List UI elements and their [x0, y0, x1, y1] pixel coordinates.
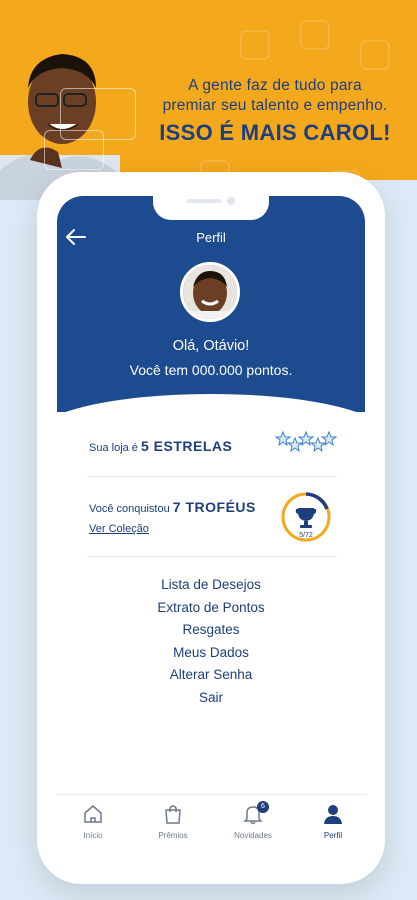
pattern-shape — [240, 30, 270, 60]
phone-camera — [227, 197, 235, 205]
home-icon — [84, 805, 102, 823]
menu-item-wishlist[interactable]: Lista de Desejos — [37, 574, 385, 597]
phone-speaker — [187, 199, 221, 203]
promo-tagline: ISSO É MAIS CAROL! — [159, 120, 391, 145]
tab-label: Início — [83, 831, 103, 840]
decorative-frame — [44, 130, 104, 170]
divider — [87, 556, 337, 557]
shopping-bag-icon — [165, 805, 181, 824]
page-title: Perfil — [196, 230, 226, 245]
notification-badge: 6 — [257, 801, 269, 813]
menu-item-change-password[interactable]: Alterar Senha — [37, 664, 385, 687]
promo-text: A gente faz de tudo para premiar seu tal… — [155, 76, 395, 146]
tab-label: Perfil — [323, 831, 343, 840]
trophies-value: 7 TROFÉUS — [172, 499, 256, 515]
divider — [87, 476, 337, 477]
tab-profile[interactable]: Perfil — [303, 803, 363, 840]
greeting: Olá, Otávio! — [172, 338, 250, 354]
promo-line-1: A gente faz de tudo para — [188, 77, 362, 94]
menu-item-redemptions[interactable]: Resgates — [37, 619, 385, 642]
tab-news[interactable]: 6 Novidades — [223, 801, 283, 840]
avatar — [180, 262, 240, 322]
trophy-icon — [295, 508, 317, 528]
pattern-shape — [360, 40, 390, 70]
bottom-tab-bar: Início Prêmios 6 Novidades Perfil — [57, 794, 365, 862]
store-rating-value: 5 ESTRELAS — [141, 438, 233, 454]
tab-label: Novidades — [234, 831, 272, 840]
tab-home[interactable]: Início — [63, 803, 123, 840]
phone-notch — [153, 194, 269, 220]
view-collection-link[interactable]: Ver Coleção — [89, 523, 149, 535]
trophy-count: 5/72 — [299, 532, 313, 539]
person-icon — [324, 805, 342, 824]
profile-menu: Lista de Desejos Extrato de Pontos Resga… — [37, 574, 385, 709]
points-text: Você tem 000.000 pontos. — [129, 362, 293, 378]
tab-label: Prêmios — [158, 831, 188, 840]
trophies-summary: Você conquistou 7 TROFÉUS — [89, 499, 256, 515]
promo-line-2: premiar seu talento e empenho. — [162, 97, 388, 114]
store-rating: Sua loja é 5 ESTRELAS — [89, 438, 232, 454]
phone-frame: Perfil Olá, Otávio! Você tem 000.000 pon… — [37, 172, 385, 884]
menu-item-logout[interactable]: Sair — [37, 687, 385, 710]
pattern-shape — [300, 20, 330, 50]
menu-item-my-data[interactable]: Meus Dados — [37, 642, 385, 665]
stars-icon — [274, 430, 338, 458]
store-rating-prefix: Sua loja é — [89, 442, 138, 454]
trophies-prefix: Você conquistou — [89, 503, 170, 515]
menu-item-statement[interactable]: Extrato de Pontos — [37, 597, 385, 620]
tab-prizes[interactable]: Prêmios — [143, 803, 203, 840]
